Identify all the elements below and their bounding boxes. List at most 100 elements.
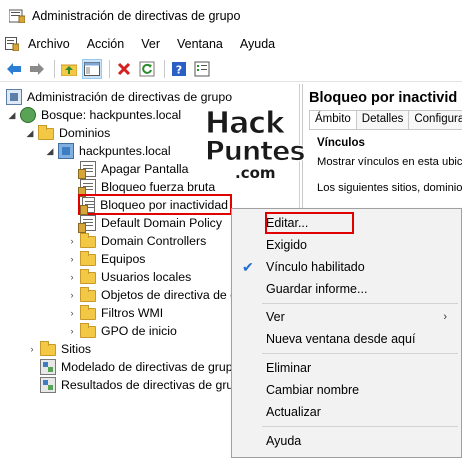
tree-item-forest[interactable]: ◢ Bosque: hackpuntes.local	[6, 106, 181, 124]
tree-item-wmi-filters[interactable]: › Filtros WMI	[66, 304, 163, 322]
menu-item-cambiar-nombre[interactable]: Cambiar nombre	[232, 379, 461, 401]
tree-item-gpo-selected[interactable]: Bloqueo por inactividad	[78, 194, 232, 215]
collapsed-arrow-icon[interactable]: ›	[66, 254, 78, 264]
tree-label: Default Domain Policy	[101, 216, 222, 230]
collapsed-arrow-icon[interactable]: ›	[66, 326, 78, 336]
collapsed-arrow-icon[interactable]: ›	[26, 344, 38, 354]
details-title: Bloqueo por inactivid	[309, 90, 458, 106]
tree-item-domains[interactable]: ◢ Dominios	[24, 124, 110, 142]
menu-ventana[interactable]: Ventana	[177, 37, 223, 51]
menu-item-ayuda[interactable]: Ayuda	[232, 430, 461, 452]
tree-label: Sitios	[61, 342, 92, 356]
menu-separator	[262, 353, 458, 354]
tab-ambito[interactable]: Ámbito	[309, 110, 357, 130]
links-location-label: Mostrar vínculos en esta ubica	[317, 156, 462, 168]
properties-icon[interactable]	[192, 59, 212, 79]
menu-bar: Archivo Acción Ver Ventana Ayuda	[0, 32, 462, 56]
tree-label: Dominios	[59, 126, 111, 140]
modeling-icon	[40, 359, 56, 375]
folder-up-icon[interactable]	[59, 59, 79, 79]
menu-item-editar[interactable]: Editar...	[232, 212, 461, 234]
menu-item-label: Nueva ventana desde aquí	[266, 332, 416, 346]
tree-item-gpo-objects[interactable]: › Objetos de directiva de g	[66, 286, 237, 304]
menu-item-eliminar[interactable]: Eliminar	[232, 357, 461, 379]
ou-folder-icon	[80, 269, 96, 284]
gpmc-app-icon	[8, 9, 26, 24]
tree-item-domain[interactable]: ◢ hackpuntes.local	[44, 142, 171, 160]
tab-divider	[309, 129, 462, 130]
menu-item-exigido[interactable]: Exigido	[232, 234, 461, 256]
tree-label: Domain Controllers	[101, 234, 207, 248]
collapsed-arrow-icon[interactable]: ›	[66, 236, 78, 246]
tree-label: Usuarios locales	[101, 270, 192, 284]
folder-icon	[40, 341, 56, 356]
editar-highlight	[265, 212, 354, 234]
tree-item-ou[interactable]: › Usuarios locales	[66, 268, 191, 286]
selection-highlight: Bloqueo por inactividad	[78, 194, 232, 215]
menu-separator	[262, 426, 458, 427]
collapsed-arrow-icon[interactable]: ›	[66, 272, 78, 282]
forward-arrow-icon[interactable]	[27, 59, 47, 79]
tree-label: Equipos	[101, 252, 146, 266]
back-arrow-icon[interactable]	[4, 59, 24, 79]
menu-item-label: Exigido	[266, 238, 307, 252]
toolbar-separator	[54, 59, 55, 78]
tree-item-modeling[interactable]: Modelado de directivas de grup	[40, 358, 233, 376]
tree-label: Objetos de directiva de g	[101, 288, 238, 302]
links-description: Los siguientes sitios, dominios y	[317, 182, 462, 194]
gpmc-root-icon	[6, 89, 22, 105]
collapsed-arrow-icon[interactable]: ›	[66, 290, 78, 300]
menu-ver[interactable]: Ver	[141, 37, 160, 51]
folder-icon	[80, 323, 96, 338]
watermark-line2: Puntes	[205, 136, 307, 168]
title-bar: Administración de directivas de grupo	[0, 0, 462, 32]
expanded-arrow-icon[interactable]: ◢	[6, 110, 18, 121]
tree-item-sites[interactable]: › Sitios	[26, 340, 91, 358]
watermark-line3: .com	[235, 164, 276, 182]
tree-label: Modelado de directivas de grup	[61, 360, 233, 374]
menu-accion[interactable]: Acción	[87, 37, 125, 51]
menu-item-label: Cambiar nombre	[266, 383, 360, 397]
tree-label: Bloqueo por inactividad	[100, 197, 228, 212]
results-icon	[40, 377, 56, 393]
collapsed-arrow-icon[interactable]: ›	[66, 308, 78, 318]
system-menu-icon[interactable]	[5, 37, 20, 52]
menu-item-label: Ver	[266, 310, 285, 324]
menu-item-ver[interactable]: Ver ›	[232, 306, 461, 328]
menu-item-vinculo-habilitado[interactable]: ✔ Vínculo habilitado	[232, 256, 461, 278]
tree-label: Bosque: hackpuntes.local	[41, 108, 182, 122]
expanded-arrow-icon[interactable]: ◢	[44, 146, 56, 157]
gpo-link-icon	[78, 161, 96, 179]
tree-item-gpo[interactable]: Apagar Pantalla	[78, 160, 189, 179]
tree-item-results[interactable]: Resultados de directivas de gru	[40, 376, 233, 394]
hackpuntes-watermark-logo: Hack Puntes .com	[203, 104, 306, 190]
delete-icon[interactable]	[114, 59, 134, 79]
gpo-link-icon	[78, 215, 96, 233]
menu-item-actualizar[interactable]: Actualizar	[232, 401, 461, 423]
toolbar-separator	[164, 59, 165, 78]
tree-item-ou[interactable]: › Equipos	[66, 250, 145, 268]
folder-icon	[80, 287, 96, 302]
menu-item-nueva-ventana[interactable]: Nueva ventana desde aquí	[232, 328, 461, 350]
gpo-link-icon	[79, 196, 96, 215]
help-icon[interactable]: ?	[169, 59, 189, 79]
tab-configuracion[interactable]: Configuraci	[408, 110, 462, 130]
checkmark-icon: ✔	[242, 259, 254, 275]
menu-item-guardar-informe[interactable]: Guardar informe...	[232, 278, 461, 300]
refresh-icon[interactable]	[137, 59, 157, 79]
show-hide-tree-icon[interactable]	[82, 58, 102, 79]
tab-detalles[interactable]: Detalles	[355, 110, 410, 130]
menu-ayuda[interactable]: Ayuda	[240, 37, 275, 51]
tree-item-root[interactable]: Administración de directivas de grupo	[6, 88, 232, 106]
folder-icon	[80, 305, 96, 320]
tree-label: GPO de inicio	[101, 324, 177, 338]
tree-item-starter-gpos[interactable]: › GPO de inicio	[66, 322, 177, 340]
tree-label: Resultados de directivas de gru	[61, 378, 234, 392]
submenu-arrow-icon: ›	[443, 311, 447, 323]
menu-item-label: Ayuda	[266, 434, 302, 448]
menu-archivo[interactable]: Archivo	[28, 37, 70, 51]
tree-item-ou[interactable]: › Domain Controllers	[66, 232, 206, 250]
tree-item-gpo[interactable]: Default Domain Policy	[78, 214, 222, 233]
menu-item-label: Eliminar	[266, 361, 312, 375]
expanded-arrow-icon[interactable]: ◢	[24, 128, 36, 139]
